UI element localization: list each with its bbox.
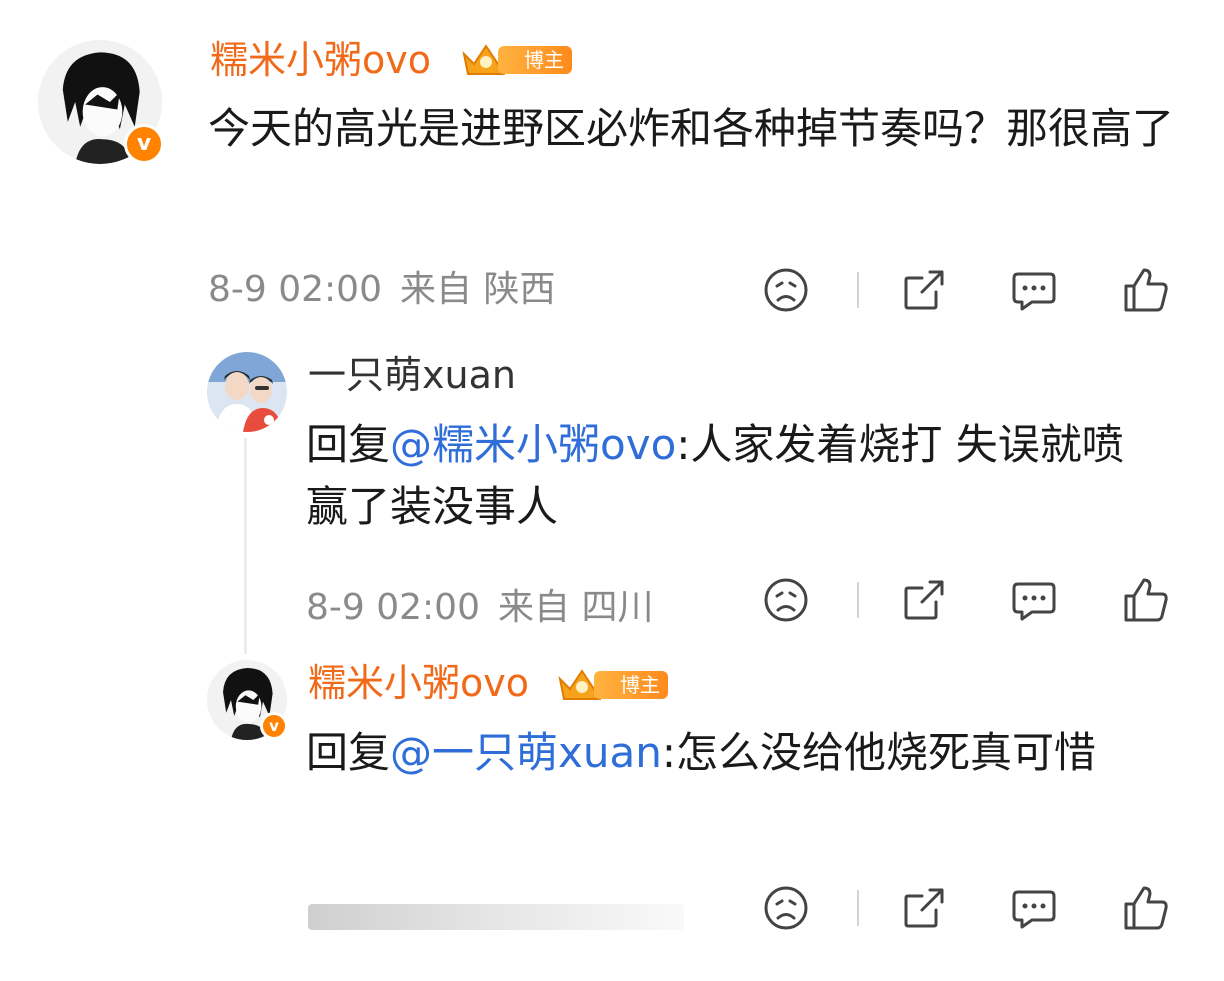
comment-icon[interactable] xyxy=(1010,266,1058,314)
loading-placeholder xyxy=(308,904,684,930)
thread-line xyxy=(244,438,247,654)
reply-username[interactable]: 糯米小粥ovo xyxy=(308,660,529,706)
reply-colon: : xyxy=(676,420,691,469)
blogger-badge-label: 博主 xyxy=(594,671,668,699)
dislike-icon[interactable] xyxy=(762,576,810,624)
reply-username[interactable]: 一只萌xuan xyxy=(308,352,516,398)
reply-prefix: 回复 xyxy=(306,420,391,469)
reply-actions xyxy=(762,884,1170,932)
mention-link[interactable]: @一只萌xuan xyxy=(390,728,662,777)
verified-badge-icon: v xyxy=(124,124,164,164)
comment-icon[interactable] xyxy=(1010,884,1058,932)
dislike-icon[interactable] xyxy=(762,884,810,932)
like-icon[interactable] xyxy=(1122,576,1170,624)
verified-badge-icon: v xyxy=(260,712,288,740)
divider xyxy=(857,272,859,308)
reply-location: 来自 四川 xyxy=(498,587,654,628)
like-icon[interactable] xyxy=(1122,884,1170,932)
comment-text: 今天的高光是进野区必炸和各种掉节奏吗？那很高了 xyxy=(208,104,1175,153)
comment-actions xyxy=(762,266,1170,314)
share-icon[interactable] xyxy=(900,266,948,314)
reply-date: 8-9 02:00 xyxy=(306,587,480,628)
reply-prefix: 回复 xyxy=(306,728,391,777)
dislike-icon[interactable] xyxy=(762,266,810,314)
blogger-badge-label: 博主 xyxy=(498,46,572,74)
reply-body: 怎么没给他烧死真可惜 xyxy=(676,728,1097,777)
reply-text: 回复@一只萌xuan:怎么没给他烧死真可惜 xyxy=(306,722,1176,784)
avatar[interactable] xyxy=(207,352,287,432)
mention-link[interactable]: @糯米小粥ovo xyxy=(390,420,676,469)
comment-icon[interactable] xyxy=(1010,576,1058,624)
comment-date: 8-9 02:00 xyxy=(208,269,382,310)
divider xyxy=(857,890,859,926)
share-icon[interactable] xyxy=(900,576,948,624)
comment-username[interactable]: 糯米小粥ovo xyxy=(210,37,431,83)
reply-colon: : xyxy=(661,728,677,777)
comment-location: 来自 陕西 xyxy=(400,269,556,310)
reply-meta: 8-9 02:00 来自 四川 xyxy=(306,586,671,630)
like-icon[interactable] xyxy=(1122,266,1170,314)
reply-text: 回复@糯米小粥ovo:人家发着烧打 失误就喷 赢了装没事人 xyxy=(306,414,1166,538)
share-icon[interactable] xyxy=(900,884,948,932)
blogger-badge: 博主 xyxy=(556,669,668,701)
blogger-badge: 博主 xyxy=(460,44,572,76)
reply-actions xyxy=(762,576,1170,624)
comment-meta: 8-9 02:00 来自 陕西 xyxy=(208,268,573,312)
divider xyxy=(857,582,859,618)
